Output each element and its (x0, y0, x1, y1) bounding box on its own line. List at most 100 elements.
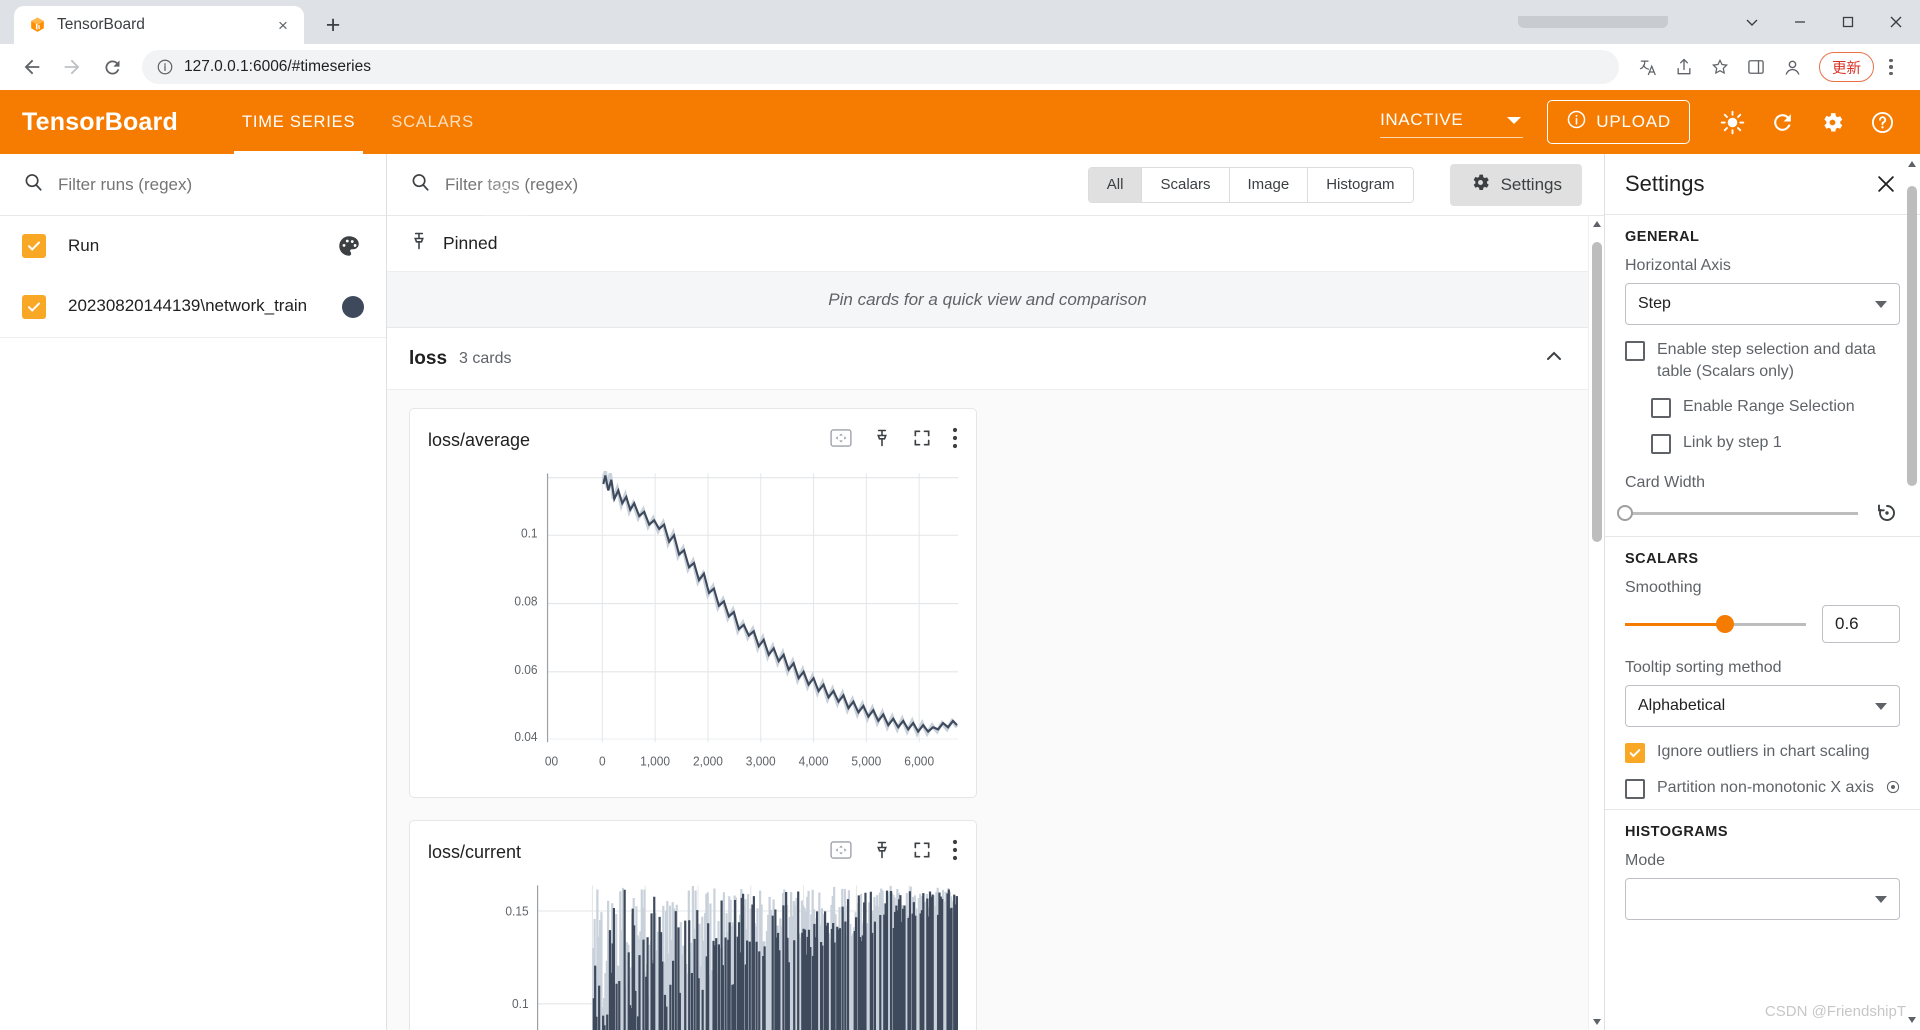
window-close-icon[interactable] (1872, 0, 1920, 44)
browser-tab-title: TensorBoard (57, 16, 145, 33)
smoothing-input[interactable]: 0.6 (1822, 605, 1900, 644)
tab-scalars[interactable]: SCALARS (373, 90, 492, 154)
color-palette-icon[interactable] (334, 231, 364, 261)
pin-icon[interactable] (872, 428, 892, 453)
card-width-slider-knob[interactable] (1617, 505, 1633, 522)
filter-histogram[interactable]: Histogram (1308, 167, 1413, 202)
ignore-outliers-label: Ignore outliers in chart scaling (1657, 743, 1870, 761)
scroll-down-arrow-icon[interactable] (1589, 1018, 1604, 1026)
svg-text:0.08: 0.08 (514, 594, 537, 608)
help-icon[interactable] (1860, 100, 1904, 144)
run-checkbox[interactable] (22, 294, 46, 319)
main-content: Filter tags (regex) All Scalars Image Hi… (387, 154, 1604, 1030)
card-width-slider[interactable] (1617, 505, 1858, 522)
scroll-up-arrow-icon[interactable] (1906, 160, 1918, 168)
scrollbar-thumb[interactable] (1592, 242, 1602, 542)
link-by-step-checkbox[interactable] (1651, 434, 1671, 455)
main-scrollbar[interactable] (1588, 216, 1604, 1030)
new-tab-button[interactable]: + (316, 8, 350, 42)
scrollbar-thumb[interactable] (1907, 186, 1917, 486)
gear-icon[interactable] (1810, 100, 1854, 144)
chevron-up-icon[interactable] (1542, 344, 1566, 373)
enable-step-selection-checkbox[interactable] (1625, 341, 1645, 361)
list-item[interactable]: 20230820144139\network_train (0, 276, 386, 338)
translate-icon[interactable] (1631, 50, 1665, 84)
fullscreen-icon[interactable] (912, 840, 932, 865)
svg-text:0.15: 0.15 (505, 904, 528, 918)
chart-y-ticklabels: 0.1 0.08 0.06 0.04 (514, 526, 537, 744)
fit-icon[interactable] (830, 428, 852, 452)
filter-scalars[interactable]: Scalars (1142, 167, 1230, 202)
settings-scrollbar[interactable] (1906, 160, 1918, 1024)
restore-icon[interactable] (1874, 500, 1900, 526)
smoothing-slider-knob[interactable] (1715, 615, 1734, 634)
search-icon[interactable] (484, 168, 526, 222)
update-button[interactable]: 更新 (1819, 52, 1874, 82)
ignore-outliers-checkbox[interactable] (1625, 743, 1645, 764)
settings-general-section: GENERAL Horizontal Axis Step Enable step… (1605, 215, 1920, 536)
runs-header-row: Run (0, 216, 386, 276)
scroll-up-arrow-icon[interactable] (1589, 220, 1604, 228)
browser-toolbar-icons: 更新 (1631, 50, 1906, 84)
enable-range-selection-checkbox[interactable] (1651, 398, 1671, 419)
enable-step-selection-label: Enable step selection and data table (Sc… (1657, 341, 1876, 380)
select-all-runs-checkbox[interactable] (22, 234, 46, 258)
tooltip-sorting-select[interactable]: Alphabetical (1625, 685, 1900, 728)
reload-icon[interactable] (1760, 100, 1804, 144)
forward-arrow-icon[interactable] (54, 49, 90, 85)
card-width-slider-row[interactable] (1617, 500, 1900, 526)
partition-checkbox-row[interactable]: Partition non-monotonic X axis (1625, 777, 1900, 800)
reload-icon[interactable] (94, 49, 130, 85)
address-bar[interactable]: 127.0.0.1:6006/#timeseries (142, 50, 1619, 84)
chart-plot-area[interactable]: 0.1 0.08 0.06 0.04 00 0 1,000 2,000 3,00… (428, 467, 958, 787)
filter-image[interactable]: Image (1229, 167, 1309, 202)
enable-step-selection-checkbox-row[interactable]: Enable step selection and data table (Sc… (1625, 339, 1900, 382)
ignore-outliers-checkbox-row[interactable]: Ignore outliers in chart scaling (1625, 741, 1900, 764)
horizontal-axis-select[interactable]: Step (1625, 283, 1900, 325)
close-icon[interactable]: × (272, 14, 294, 36)
brightness-icon[interactable] (1710, 100, 1754, 144)
smoothing-slider-row[interactable]: 0.6 (1625, 605, 1900, 644)
back-arrow-icon[interactable] (14, 49, 50, 85)
run-filter-row[interactable]: Filter runs (regex) (0, 154, 386, 216)
more-vert-icon[interactable] (952, 427, 958, 454)
star-icon[interactable] (1703, 50, 1737, 84)
fit-icon[interactable] (830, 840, 852, 864)
update-label: 更新 (1832, 60, 1861, 77)
tag-filter-input[interactable]: Filter tags (regex) (445, 175, 1074, 195)
histogram-mode-select[interactable] (1625, 878, 1900, 921)
fullscreen-icon[interactable] (912, 428, 932, 453)
horizontal-axis-value: Step (1638, 295, 1671, 312)
browser-tab[interactable]: TensorBoard × (14, 6, 304, 44)
enable-range-selection-checkbox-row[interactable]: Enable Range Selection (1651, 396, 1900, 419)
help-circle-icon[interactable] (1886, 780, 1900, 799)
pin-icon[interactable] (872, 840, 892, 865)
settings-panel-title: Settings (1625, 171, 1705, 196)
side-panel-icon[interactable] (1739, 50, 1773, 84)
maximize-icon[interactable] (1824, 0, 1872, 44)
run-filter-input[interactable]: Filter runs (regex) (58, 175, 192, 195)
tab-time-series[interactable]: TIME SERIES (224, 90, 373, 154)
profile-icon[interactable] (1775, 50, 1809, 84)
share-icon[interactable] (1667, 50, 1701, 84)
chart-plot-area[interactable]: 0.15 0.1 0.05 00 0 1,000 2,000 3,000 (428, 879, 958, 1030)
chevron-down-icon[interactable] (1728, 0, 1776, 44)
partition-checkbox[interactable] (1625, 779, 1645, 800)
close-icon[interactable] (1872, 170, 1900, 198)
svg-text:2,000: 2,000 (693, 754, 723, 768)
svg-text:5,000: 5,000 (851, 754, 881, 768)
link-by-step-checkbox-row[interactable]: Link by step 1 (1651, 432, 1900, 455)
upload-button[interactable]: UPLOAD (1547, 100, 1690, 144)
svg-text:1,000: 1,000 (640, 754, 670, 768)
scalars-caption: SCALARS (1625, 551, 1699, 568)
more-vert-icon[interactable] (952, 839, 958, 866)
settings-toggle-button[interactable]: Settings (1449, 163, 1582, 206)
smoothing-slider[interactable] (1625, 615, 1806, 634)
filter-all[interactable]: All (1088, 167, 1143, 202)
three-dots-menu-icon[interactable] (1876, 50, 1906, 84)
tag-group-header[interactable]: loss 3 cards (387, 328, 1588, 390)
scroll-down-arrow-icon[interactable] (1906, 1016, 1918, 1024)
run-status-dropdown[interactable]: INACTIVE (1380, 106, 1524, 138)
minimize-icon[interactable] (1776, 0, 1824, 44)
run-color-swatch[interactable] (342, 295, 364, 318)
